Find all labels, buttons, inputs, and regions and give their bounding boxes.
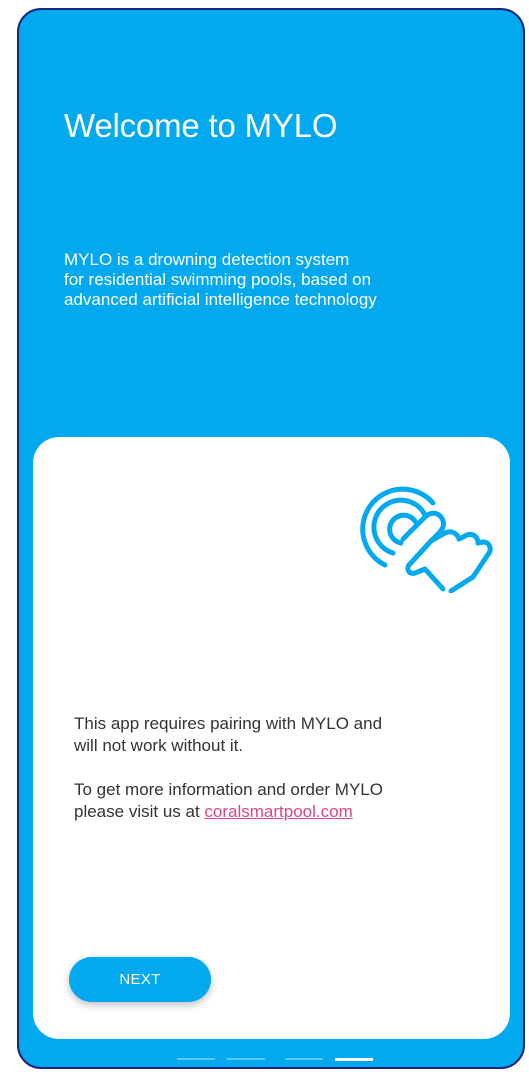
pairing-message: This app requires pairing with MYLO and … [74, 713, 494, 823]
intro-line: advanced artificial intelligence technol… [64, 290, 377, 309]
page-title: Welcome to MYLO [64, 107, 338, 144]
next-button[interactable]: NEXT [69, 957, 211, 1002]
intro-line: for residential swimming pools, based on [64, 270, 372, 289]
page-dot [177, 1058, 215, 1060]
touch-hand-icon [360, 486, 493, 593]
website-link[interactable]: coralsmartpool.com [204, 802, 352, 821]
message-line: will not work without it. [74, 736, 244, 755]
page-dot [227, 1058, 265, 1060]
info-card: This app requires pairing with MYLO and … [33, 437, 510, 1039]
intro-text: MYLO is a drowning detection system for … [64, 250, 504, 310]
intro-line: MYLO is a drowning detection system [64, 250, 350, 269]
page-indicator [19, 1056, 523, 1062]
app-screen: Welcome to MYLO MYLO is a drowning detec… [17, 8, 525, 1069]
page-dot [285, 1058, 323, 1060]
info-line-with-link: please visit us at coralsmartpool.com [74, 801, 494, 823]
info-prefix: please visit us at [74, 802, 205, 821]
info-line: To get more information and order MYLO [74, 780, 383, 799]
message-line: This app requires pairing with MYLO and [74, 714, 383, 733]
page-dot-active [335, 1058, 373, 1061]
